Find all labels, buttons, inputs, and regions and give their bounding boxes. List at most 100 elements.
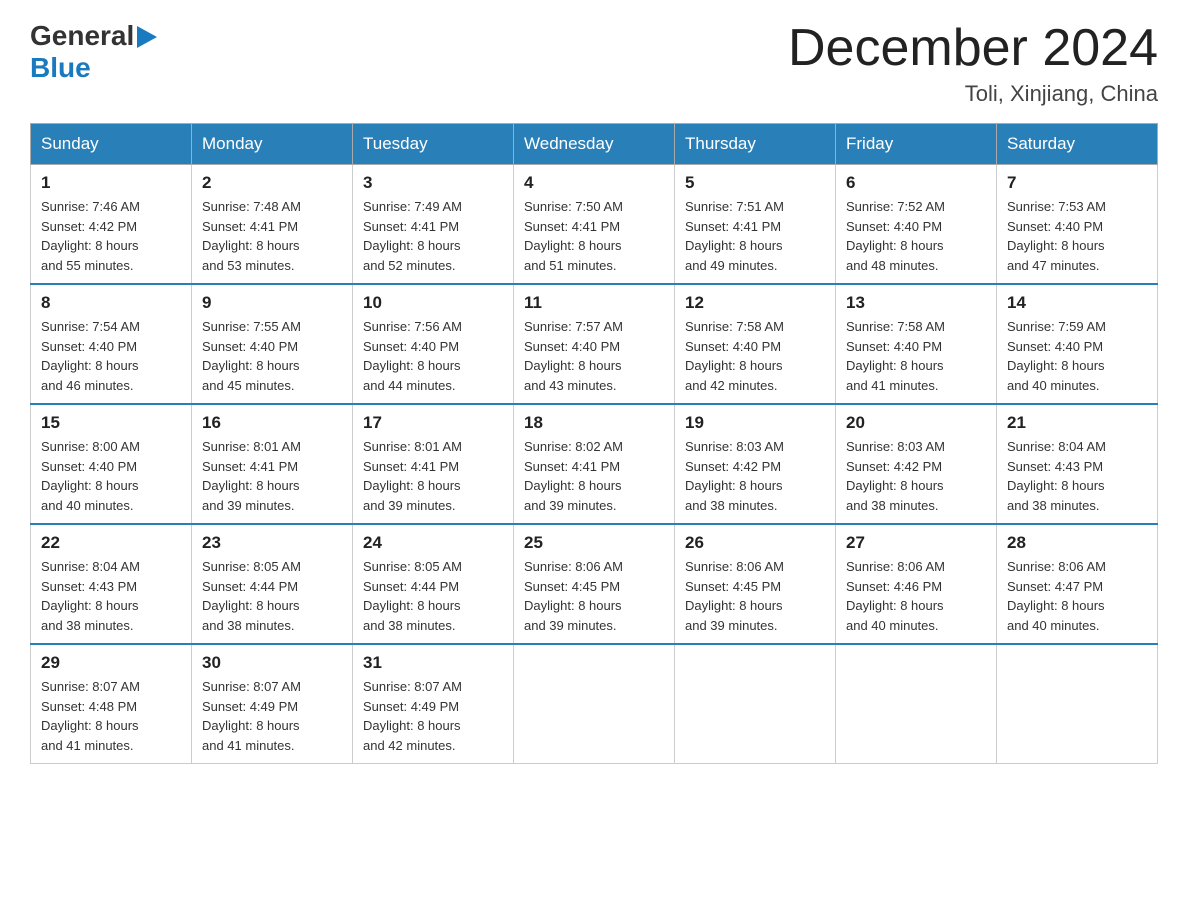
day-info: Sunrise: 7:51 AM Sunset: 4:41 PM Dayligh… [685,197,825,275]
day-info: Sunrise: 7:54 AM Sunset: 4:40 PM Dayligh… [41,317,181,395]
day-number: 19 [685,413,825,433]
table-row: 15 Sunrise: 8:00 AM Sunset: 4:40 PM Dayl… [31,404,192,524]
day-number: 1 [41,173,181,193]
calendar-table: Sunday Monday Tuesday Wednesday Thursday… [30,123,1158,764]
day-info: Sunrise: 7:59 AM Sunset: 4:40 PM Dayligh… [1007,317,1147,395]
day-info: Sunrise: 7:46 AM Sunset: 4:42 PM Dayligh… [41,197,181,275]
day-info: Sunrise: 7:55 AM Sunset: 4:40 PM Dayligh… [202,317,342,395]
table-row: 22 Sunrise: 8:04 AM Sunset: 4:43 PM Dayl… [31,524,192,644]
day-number: 24 [363,533,503,553]
day-info: Sunrise: 8:02 AM Sunset: 4:41 PM Dayligh… [524,437,664,515]
day-number: 28 [1007,533,1147,553]
table-row: 8 Sunrise: 7:54 AM Sunset: 4:40 PM Dayli… [31,284,192,404]
day-info: Sunrise: 7:50 AM Sunset: 4:41 PM Dayligh… [524,197,664,275]
day-info: Sunrise: 7:58 AM Sunset: 4:40 PM Dayligh… [685,317,825,395]
table-row: 31 Sunrise: 8:07 AM Sunset: 4:49 PM Dayl… [353,644,514,764]
day-info: Sunrise: 8:06 AM Sunset: 4:45 PM Dayligh… [524,557,664,635]
table-row: 23 Sunrise: 8:05 AM Sunset: 4:44 PM Dayl… [192,524,353,644]
page-header: General Blue December 2024 Toli, Xinjian… [30,20,1158,107]
header-thursday: Thursday [675,124,836,165]
header-wednesday: Wednesday [514,124,675,165]
header-sunday: Sunday [31,124,192,165]
day-number: 7 [1007,173,1147,193]
header-monday: Monday [192,124,353,165]
table-row: 5 Sunrise: 7:51 AM Sunset: 4:41 PM Dayli… [675,165,836,285]
table-row: 9 Sunrise: 7:55 AM Sunset: 4:40 PM Dayli… [192,284,353,404]
day-info: Sunrise: 8:04 AM Sunset: 4:43 PM Dayligh… [41,557,181,635]
table-row: 24 Sunrise: 8:05 AM Sunset: 4:44 PM Dayl… [353,524,514,644]
day-number: 31 [363,653,503,673]
table-row: 13 Sunrise: 7:58 AM Sunset: 4:40 PM Dayl… [836,284,997,404]
day-info: Sunrise: 8:04 AM Sunset: 4:43 PM Dayligh… [1007,437,1147,515]
table-row: 28 Sunrise: 8:06 AM Sunset: 4:47 PM Dayl… [997,524,1158,644]
logo-general-text: General [30,20,134,52]
day-number: 29 [41,653,181,673]
day-number: 22 [41,533,181,553]
calendar-week-row: 1 Sunrise: 7:46 AM Sunset: 4:42 PM Dayli… [31,165,1158,285]
table-row: 10 Sunrise: 7:56 AM Sunset: 4:40 PM Dayl… [353,284,514,404]
table-row [514,644,675,764]
day-info: Sunrise: 7:49 AM Sunset: 4:41 PM Dayligh… [363,197,503,275]
table-row: 26 Sunrise: 8:06 AM Sunset: 4:45 PM Dayl… [675,524,836,644]
table-row: 6 Sunrise: 7:52 AM Sunset: 4:40 PM Dayli… [836,165,997,285]
day-info: Sunrise: 7:57 AM Sunset: 4:40 PM Dayligh… [524,317,664,395]
day-number: 26 [685,533,825,553]
table-row: 1 Sunrise: 7:46 AM Sunset: 4:42 PM Dayli… [31,165,192,285]
day-info: Sunrise: 8:01 AM Sunset: 4:41 PM Dayligh… [363,437,503,515]
table-row: 21 Sunrise: 8:04 AM Sunset: 4:43 PM Dayl… [997,404,1158,524]
table-row: 7 Sunrise: 7:53 AM Sunset: 4:40 PM Dayli… [997,165,1158,285]
table-row: 29 Sunrise: 8:07 AM Sunset: 4:48 PM Dayl… [31,644,192,764]
day-number: 25 [524,533,664,553]
day-number: 11 [524,293,664,313]
day-info: Sunrise: 8:05 AM Sunset: 4:44 PM Dayligh… [363,557,503,635]
title-section: December 2024 Toli, Xinjiang, China [788,20,1158,107]
table-row: 25 Sunrise: 8:06 AM Sunset: 4:45 PM Dayl… [514,524,675,644]
day-number: 2 [202,173,342,193]
header-tuesday: Tuesday [353,124,514,165]
day-number: 10 [363,293,503,313]
day-number: 4 [524,173,664,193]
day-info: Sunrise: 8:00 AM Sunset: 4:40 PM Dayligh… [41,437,181,515]
table-row: 16 Sunrise: 8:01 AM Sunset: 4:41 PM Dayl… [192,404,353,524]
table-row [997,644,1158,764]
header-friday: Friday [836,124,997,165]
day-number: 12 [685,293,825,313]
day-info: Sunrise: 8:06 AM Sunset: 4:46 PM Dayligh… [846,557,986,635]
calendar-week-row: 29 Sunrise: 8:07 AM Sunset: 4:48 PM Dayl… [31,644,1158,764]
table-row: 12 Sunrise: 7:58 AM Sunset: 4:40 PM Dayl… [675,284,836,404]
calendar-week-row: 8 Sunrise: 7:54 AM Sunset: 4:40 PM Dayli… [31,284,1158,404]
day-number: 27 [846,533,986,553]
day-info: Sunrise: 8:01 AM Sunset: 4:41 PM Dayligh… [202,437,342,515]
location: Toli, Xinjiang, China [788,81,1158,107]
day-number: 16 [202,413,342,433]
day-info: Sunrise: 7:52 AM Sunset: 4:40 PM Dayligh… [846,197,986,275]
day-info: Sunrise: 7:48 AM Sunset: 4:41 PM Dayligh… [202,197,342,275]
day-info: Sunrise: 8:07 AM Sunset: 4:48 PM Dayligh… [41,677,181,755]
table-row: 20 Sunrise: 8:03 AM Sunset: 4:42 PM Dayl… [836,404,997,524]
day-number: 17 [363,413,503,433]
table-row: 18 Sunrise: 8:02 AM Sunset: 4:41 PM Dayl… [514,404,675,524]
table-row: 11 Sunrise: 7:57 AM Sunset: 4:40 PM Dayl… [514,284,675,404]
table-row: 30 Sunrise: 8:07 AM Sunset: 4:49 PM Dayl… [192,644,353,764]
calendar-week-row: 15 Sunrise: 8:00 AM Sunset: 4:40 PM Dayl… [31,404,1158,524]
day-number: 18 [524,413,664,433]
header-saturday: Saturday [997,124,1158,165]
table-row: 14 Sunrise: 7:59 AM Sunset: 4:40 PM Dayl… [997,284,1158,404]
table-row: 17 Sunrise: 8:01 AM Sunset: 4:41 PM Dayl… [353,404,514,524]
day-info: Sunrise: 8:03 AM Sunset: 4:42 PM Dayligh… [685,437,825,515]
day-number: 14 [1007,293,1147,313]
table-row: 19 Sunrise: 8:03 AM Sunset: 4:42 PM Dayl… [675,404,836,524]
day-number: 8 [41,293,181,313]
day-number: 21 [1007,413,1147,433]
day-number: 6 [846,173,986,193]
month-title: December 2024 [788,20,1158,77]
day-info: Sunrise: 8:05 AM Sunset: 4:44 PM Dayligh… [202,557,342,635]
day-info: Sunrise: 8:06 AM Sunset: 4:47 PM Dayligh… [1007,557,1147,635]
day-number: 9 [202,293,342,313]
calendar-header-row: Sunday Monday Tuesday Wednesday Thursday… [31,124,1158,165]
table-row [836,644,997,764]
table-row: 4 Sunrise: 7:50 AM Sunset: 4:41 PM Dayli… [514,165,675,285]
logo-arrow-icon [137,26,157,48]
logo: General Blue [30,20,157,84]
table-row: 2 Sunrise: 7:48 AM Sunset: 4:41 PM Dayli… [192,165,353,285]
